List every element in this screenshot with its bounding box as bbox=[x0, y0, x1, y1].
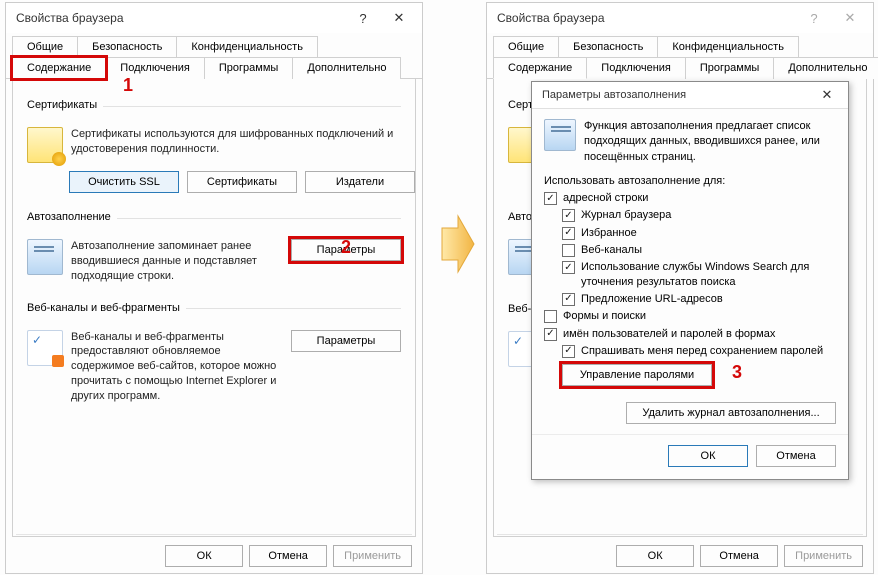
tab-connections[interactable]: Подключения bbox=[586, 57, 686, 79]
step-arrow-icon bbox=[440, 214, 476, 274]
ok-button[interactable]: ОК bbox=[165, 545, 243, 567]
modal-intro: Функция автозаполнения предлагает список… bbox=[584, 119, 836, 165]
tab-privacy[interactable]: Конфиденциальность bbox=[657, 36, 799, 57]
checkbox-forms[interactable] bbox=[544, 310, 557, 323]
tab-row-top: Общие Безопасность Конфиденциальность bbox=[6, 35, 422, 56]
cancel-button[interactable]: Отмена bbox=[700, 545, 778, 567]
feeds-icon bbox=[27, 330, 63, 366]
label-webch: Веб-каналы bbox=[581, 243, 642, 257]
dialog-footer: ОК Отмена Применить bbox=[497, 534, 863, 567]
checkbox-history[interactable] bbox=[562, 209, 575, 222]
use-for-label: Использовать автозаполнение для: bbox=[544, 175, 836, 187]
tab-row-bottom: Содержание Подключения Программы Дополни… bbox=[487, 56, 873, 79]
autofill-icon bbox=[27, 239, 63, 275]
tab-general[interactable]: Общие bbox=[12, 36, 78, 57]
apply-button[interactable]: Применить bbox=[333, 545, 412, 567]
tab-programs[interactable]: Программы bbox=[685, 57, 774, 79]
checkbox-usernames-passwords[interactable] bbox=[544, 328, 557, 341]
tab-row-bottom: Содержание Подключения Программы Дополни… bbox=[6, 56, 422, 79]
group-certificates-label: Сертификаты bbox=[27, 99, 97, 111]
tab-privacy[interactable]: Конфиденциальность bbox=[176, 36, 318, 57]
modal-title: Параметры автозаполнения bbox=[542, 89, 686, 101]
window-title: Свойства браузера bbox=[497, 11, 605, 25]
modal-cancel-button[interactable]: Отмена bbox=[756, 445, 836, 467]
callout-1: 1 bbox=[123, 75, 133, 96]
label-urlsuggest: Предложение URL-адресов bbox=[581, 292, 723, 306]
label-address: адресной строки bbox=[563, 191, 648, 205]
apply-button[interactable]: Применить bbox=[784, 545, 863, 567]
tab-content[interactable]: Содержание bbox=[12, 57, 106, 79]
certificates-button[interactable]: Сертификаты bbox=[187, 171, 297, 193]
publishers-button[interactable]: Издатели bbox=[305, 171, 415, 193]
checkbox-windows-search[interactable] bbox=[562, 261, 575, 274]
certificate-icon bbox=[27, 127, 63, 163]
tab-advanced[interactable]: Дополнительно bbox=[292, 57, 401, 79]
modal-ok-button[interactable]: ОК bbox=[668, 445, 748, 467]
help-icon: ? bbox=[797, 5, 831, 31]
callout-2: 2 bbox=[341, 237, 351, 258]
help-icon[interactable]: ? bbox=[346, 5, 380, 31]
label-winsearch: Использование службы Windows Search для … bbox=[581, 260, 836, 289]
checkbox-url-suggest[interactable] bbox=[562, 293, 575, 306]
clear-autofill-history-button[interactable]: Удалить журнал автозаполнения... bbox=[626, 402, 836, 424]
cancel-button[interactable]: Отмена bbox=[249, 545, 327, 567]
autofill-settings-dialog: Параметры автозаполнения ✕ Функция автоз… bbox=[531, 81, 849, 480]
callout-3: 3 bbox=[732, 362, 742, 383]
autofill-icon bbox=[544, 119, 576, 151]
close-icon[interactable]: ✕ bbox=[812, 84, 842, 106]
tab-content[interactable]: Содержание bbox=[493, 57, 587, 79]
tab-general[interactable]: Общие bbox=[493, 36, 559, 57]
close-icon: ✕ bbox=[833, 5, 867, 31]
label-userpass: имён пользователей и паролей в формах bbox=[563, 327, 775, 341]
titlebar: Свойства браузера ? ✕ bbox=[6, 3, 422, 33]
feeds-desc: Веб-каналы и веб-фрагменты предоставляют… bbox=[71, 330, 283, 404]
tab-connections[interactable]: Подключения bbox=[105, 57, 205, 79]
browser-properties-right-window: Свойства браузера ? ✕ Общие Безопасность… bbox=[486, 2, 874, 574]
checkbox-favorites[interactable] bbox=[562, 227, 575, 240]
group-autofill-label: Автозаполнение bbox=[27, 211, 111, 223]
tab-advanced[interactable]: Дополнительно bbox=[773, 57, 878, 79]
tab-security[interactable]: Безопасность bbox=[77, 36, 177, 57]
tab-row-top: Общие Безопасность Конфиденциальность bbox=[487, 35, 873, 56]
tab-security[interactable]: Безопасность bbox=[558, 36, 658, 57]
window-title: Свойства браузера bbox=[16, 11, 124, 25]
browser-properties-left-window: Свойства браузера ? ✕ Общие Безопасность… bbox=[5, 2, 423, 574]
manage-passwords-button[interactable]: Управление паролями bbox=[562, 364, 712, 386]
label-history: Журнал браузера bbox=[581, 208, 671, 222]
group-feeds-label: Веб-каналы и веб-фрагменты bbox=[27, 302, 180, 314]
tab-content-body: 1 Сертификаты Сертификаты используются д… bbox=[12, 79, 416, 537]
checkbox-web-channels[interactable] bbox=[562, 244, 575, 257]
label-fav: Избранное bbox=[581, 226, 637, 240]
close-icon[interactable]: ✕ bbox=[382, 5, 416, 31]
label-forms: Формы и поиски bbox=[563, 309, 646, 323]
checkbox-address-bar[interactable] bbox=[544, 192, 557, 205]
modal-footer: ОК Отмена bbox=[532, 434, 848, 479]
feeds-params-button[interactable]: Параметры bbox=[291, 330, 401, 352]
cert-desc: Сертификаты используются для шифрованных… bbox=[71, 127, 401, 157]
autofill-desc: Автозаполнение запоминает ранее вводивши… bbox=[71, 239, 283, 284]
tab-programs[interactable]: Программы bbox=[204, 57, 293, 79]
label-askbefore: Спрашивать меня перед сохранением пароле… bbox=[581, 344, 823, 358]
clear-ssl-button[interactable]: Очистить SSL bbox=[69, 171, 179, 193]
ok-button[interactable]: ОК bbox=[616, 545, 694, 567]
checkbox-ask-before-save[interactable] bbox=[562, 345, 575, 358]
titlebar: Свойства браузера ? ✕ bbox=[487, 3, 873, 33]
dialog-footer: ОК Отмена Применить bbox=[16, 534, 412, 567]
